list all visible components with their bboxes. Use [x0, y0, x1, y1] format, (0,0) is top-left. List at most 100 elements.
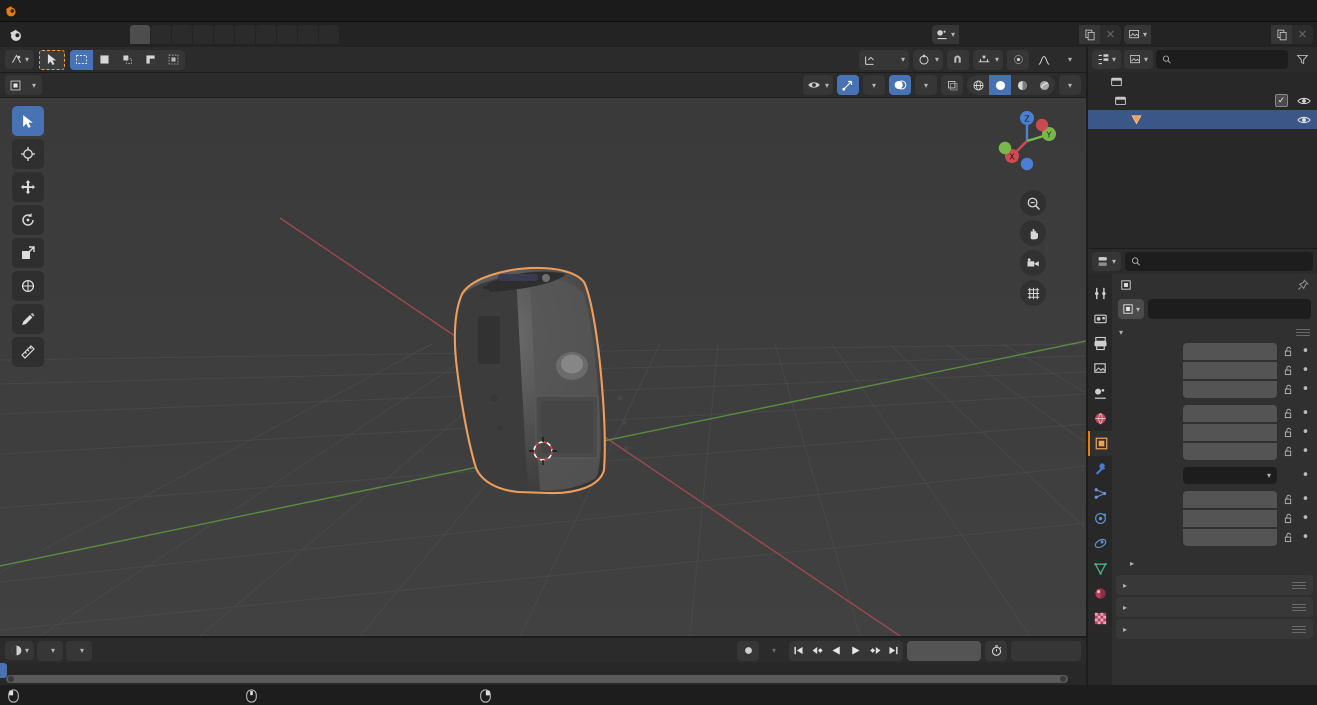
workspace-tab-compositing[interactable]: [298, 25, 318, 44]
pan-tool-button[interactable]: [1020, 220, 1046, 246]
blender-menu-icon[interactable]: [4, 22, 28, 47]
outliner-row-object[interactable]: [1088, 110, 1317, 129]
scale-y-value[interactable]: [1183, 510, 1277, 527]
lock-icon[interactable]: [1282, 365, 1295, 376]
outliner-display-mode[interactable]: ▾: [1124, 50, 1154, 69]
animate-property-icon[interactable]: •: [1300, 407, 1311, 420]
animate-property-icon[interactable]: •: [1300, 531, 1311, 544]
overlays-toggle[interactable]: [889, 75, 911, 95]
scene-selector[interactable]: ▾ ✕: [932, 25, 1121, 44]
auto-keying-button[interactable]: [737, 640, 759, 661]
toggle-perspective-button[interactable]: [1020, 280, 1046, 306]
rotation-mode-dropdown[interactable]: ▾: [1183, 467, 1277, 484]
rotation-x-value[interactable]: [1183, 405, 1277, 422]
menu-edit[interactable]: [46, 25, 64, 44]
jump-to-prev-keyframe-button[interactable]: [808, 641, 827, 661]
properties-search-box[interactable]: [1125, 252, 1313, 271]
tab-render[interactable]: [1088, 306, 1112, 331]
zoom-tool-button[interactable]: [1020, 190, 1046, 216]
lock-icon[interactable]: [1282, 446, 1295, 457]
view-layer-selector[interactable]: ▾ ✕: [1124, 25, 1313, 44]
expander-icon[interactable]: ▸: [1123, 581, 1127, 590]
viewport-menu-add[interactable]: [83, 75, 99, 95]
expander-icon[interactable]: ▸: [1123, 603, 1127, 612]
timeline-menu-keying[interactable]: ▾: [66, 640, 93, 661]
eye-icon[interactable]: [1297, 114, 1311, 126]
timeline-menu-marker[interactable]: [114, 641, 130, 661]
close-button[interactable]: [1274, 0, 1317, 22]
jump-to-start-button[interactable]: [789, 641, 808, 661]
collection-checkbox[interactable]: ✓: [1275, 94, 1288, 107]
workspace-tab-layout[interactable]: [130, 25, 150, 44]
expander-icon[interactable]: ▸: [1123, 625, 1127, 634]
new-view-layer-button[interactable]: [1271, 25, 1292, 44]
menu-help[interactable]: [100, 25, 118, 44]
viewport-menu-select[interactable]: [64, 75, 80, 95]
play-button[interactable]: [846, 641, 865, 661]
location-y-value[interactable]: [1183, 362, 1277, 379]
workspace-tab-modeling[interactable]: [151, 25, 171, 44]
viewport-menu-object[interactable]: [102, 75, 118, 95]
tweak-tool[interactable]: [12, 106, 44, 136]
camera-view-button[interactable]: [1020, 250, 1046, 276]
active-tool-tweak[interactable]: [39, 49, 66, 70]
animate-property-icon[interactable]: •: [1300, 426, 1311, 439]
timeline-scrollbar[interactable]: [6, 675, 1068, 683]
workspace-tab-texture-paint[interactable]: [214, 25, 234, 44]
lock-icon[interactable]: [1282, 346, 1295, 357]
instancing-panel-header[interactable]: ▸: [1116, 619, 1313, 639]
timeline-menu-view[interactable]: [95, 641, 111, 661]
outliner-row-collection[interactable]: ✓: [1088, 91, 1317, 110]
shading-material-preview-button[interactable]: [1011, 75, 1033, 95]
outliner-row-scene-collection[interactable]: [1088, 72, 1317, 91]
workspace-tab-scripting[interactable]: [319, 25, 339, 44]
annotate-tool[interactable]: [12, 304, 44, 334]
select-subtract-button[interactable]: [139, 50, 162, 70]
animate-property-icon[interactable]: •: [1300, 383, 1311, 396]
move-tool[interactable]: [12, 172, 44, 202]
visibility-selector[interactable]: ▾: [802, 75, 833, 95]
select-set-button[interactable]: [93, 50, 116, 70]
gizmo-toggle[interactable]: [837, 75, 859, 95]
view-layer-icon[interactable]: ▾: [1124, 25, 1151, 44]
lock-icon[interactable]: [1282, 494, 1295, 505]
gizmo-options-chevron[interactable]: ▾: [863, 75, 885, 95]
jump-to-next-keyframe-button[interactable]: [865, 641, 884, 661]
animate-property-icon[interactable]: •: [1300, 345, 1311, 358]
expander-icon[interactable]: ▾: [1119, 328, 1123, 337]
viewport-menu-view[interactable]: [45, 75, 61, 95]
animate-property-icon[interactable]: •: [1300, 469, 1311, 482]
properties-search-input[interactable]: [1146, 255, 1307, 268]
use-preview-range-icon[interactable]: [985, 640, 1007, 661]
transform-panel-header[interactable]: ▾: [1112, 322, 1317, 342]
delta-transform-subpanel[interactable]: ▸: [1112, 553, 1317, 573]
remove-view-layer-button[interactable]: ✕: [1292, 25, 1313, 44]
object-datablock-icon[interactable]: ▾: [1118, 299, 1144, 319]
tab-scene[interactable]: [1088, 381, 1112, 406]
tab-texture[interactable]: [1088, 606, 1112, 631]
tab-view-layer[interactable]: [1088, 356, 1112, 381]
outliner-search-box[interactable]: [1156, 50, 1288, 69]
tab-modifiers[interactable]: [1088, 456, 1112, 481]
scene-icon[interactable]: ▾: [932, 25, 959, 44]
location-z-value[interactable]: [1183, 381, 1277, 398]
proportional-editing-icon[interactable]: [1007, 49, 1029, 70]
3d-viewport[interactable]: Z Y X: [0, 98, 1086, 636]
tab-object[interactable]: [1088, 431, 1112, 456]
menu-window[interactable]: [82, 25, 100, 44]
scene-name[interactable]: [959, 25, 1079, 44]
tab-world[interactable]: [1088, 406, 1112, 431]
lock-icon[interactable]: [1282, 408, 1295, 419]
workspace-tab-uv-editing[interactable]: [193, 25, 213, 44]
frame-range-fields[interactable]: [1011, 640, 1081, 661]
play-reverse-button[interactable]: [827, 641, 846, 661]
object-mode-selector[interactable]: ▾: [5, 75, 43, 95]
proportional-falloff-chevron[interactable]: ▾: [1059, 50, 1081, 70]
animate-property-icon[interactable]: •: [1300, 493, 1311, 506]
tab-particles[interactable]: [1088, 481, 1112, 506]
auto-keying-chevron[interactable]: ▾: [763, 641, 785, 661]
select-difference-button[interactable]: [162, 50, 185, 70]
tab-physics[interactable]: [1088, 506, 1112, 531]
workspace-tab-rendering[interactable]: [277, 25, 297, 44]
workspace-tab-sculpting[interactable]: [172, 25, 192, 44]
